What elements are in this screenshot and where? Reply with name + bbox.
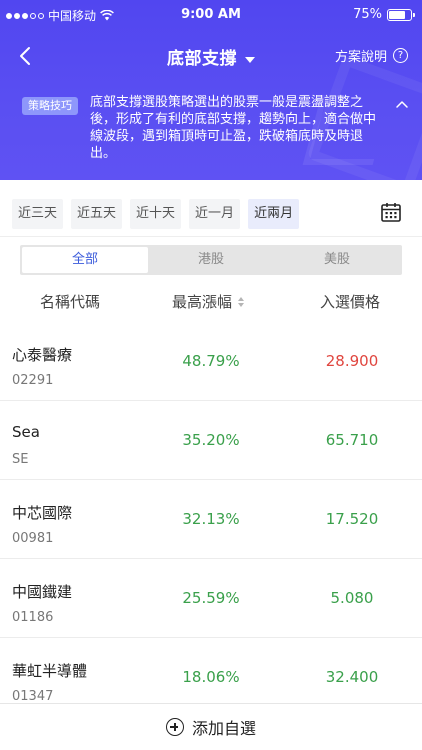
- period-3d[interactable]: 近三天: [12, 199, 64, 229]
- column-header-rise-label: 最高漲幅: [172, 293, 233, 311]
- stock-code: SE: [12, 452, 29, 467]
- stock-code: 02291: [12, 373, 54, 388]
- market-tab-hk[interactable]: 港股: [148, 247, 274, 273]
- header: 中国移动 9:00 AM 75% 底部支撐 方案說明 ? 策略技巧 底部支撐選股…: [0, 0, 422, 180]
- sort-icon: [238, 296, 245, 307]
- stock-code: 01347: [12, 689, 54, 704]
- stock-name: 華虹半導體: [12, 662, 88, 680]
- tip-text: 底部支撐選股策略選出的股票一般是震盪調整之後，形成了有利的底部支撐，趨勢向上，適…: [90, 95, 377, 161]
- caret-down-icon: [245, 56, 255, 63]
- stock-name: Sea: [12, 423, 40, 441]
- market-tab-all[interactable]: 全部: [22, 247, 148, 273]
- period-2m[interactable]: 近兩月: [248, 199, 300, 229]
- period-10d[interactable]: 近十天: [130, 199, 182, 229]
- stock-price: 28.900: [325, 352, 379, 370]
- stock-rise: 48.79%: [182, 352, 240, 370]
- question-icon: ?: [393, 48, 408, 63]
- period-5d[interactable]: 近五天: [71, 199, 123, 229]
- divider: [0, 236, 422, 237]
- battery-icon: [387, 8, 415, 21]
- status-right: 75%: [353, 7, 415, 22]
- plus-circle-icon: [165, 718, 184, 736]
- battery-percent: 75%: [353, 7, 382, 22]
- table-row[interactable]: 心泰醫療 02291 48.79% 28.900: [0, 322, 422, 401]
- stock-rise: 35.20%: [182, 431, 240, 449]
- stock-strategy-page: 中国移动 9:00 AM 75% 底部支撐 方案說明 ? 策略技巧 底部支撐選股…: [0, 0, 422, 750]
- stock-price: 5.080: [330, 589, 374, 607]
- period-filter: 近三天 近五天 近十天 近一月 近兩月: [12, 199, 300, 229]
- market-segmented-control: 全部 港股 美股: [20, 245, 402, 275]
- plan-info-label: 方案說明: [334, 50, 387, 65]
- column-header-price: 入選價格: [320, 293, 381, 311]
- status-bar: 中国移动 9:00 AM 75%: [0, 0, 422, 30]
- table-row[interactable]: 中芯國際 00981 32.13% 17.520: [0, 480, 422, 559]
- stock-code: 00981: [12, 531, 54, 546]
- stock-rise: 32.13%: [182, 510, 240, 528]
- stock-name: 心泰醫療: [12, 346, 73, 364]
- column-header-rise[interactable]: 最高漲幅: [172, 291, 245, 312]
- calendar-icon: [381, 203, 401, 222]
- stock-price: 17.520: [325, 510, 379, 528]
- stock-price: 65.710: [325, 431, 379, 449]
- table-row[interactable]: Sea SE 35.20% 65.710: [0, 401, 422, 480]
- stock-rise: 25.59%: [182, 589, 240, 607]
- stock-code: 01186: [12, 610, 54, 625]
- stock-list: 心泰醫療 02291 48.79% 28.900 Sea SE 35.20% 6…: [0, 322, 422, 717]
- table-row[interactable]: 中國鐵建 01186 25.59% 5.080: [0, 559, 422, 638]
- chevron-up-icon: [396, 101, 408, 108]
- page-title: 底部支撐: [167, 49, 237, 69]
- stock-price: 32.400: [325, 668, 379, 686]
- collapse-button[interactable]: [394, 96, 410, 108]
- calendar-button[interactable]: [380, 201, 402, 223]
- tip-badge: 策略技巧: [22, 97, 78, 115]
- period-1m[interactable]: 近一月: [189, 199, 241, 229]
- market-tab-us[interactable]: 美股: [274, 247, 400, 273]
- plan-info-button[interactable]: 方案說明 ?: [335, 46, 408, 65]
- stock-rise: 18.06%: [182, 668, 240, 686]
- column-header-name: 名稱代碼: [40, 293, 101, 311]
- stock-name: 中國鐵建: [12, 583, 73, 601]
- navbar: 底部支撐 方案說明 ?: [0, 36, 422, 76]
- add-watchlist-label: 添加自選: [191, 719, 256, 738]
- stock-name: 中芯國際: [12, 504, 73, 522]
- add-watchlist-button[interactable]: 添加自選: [0, 703, 422, 750]
